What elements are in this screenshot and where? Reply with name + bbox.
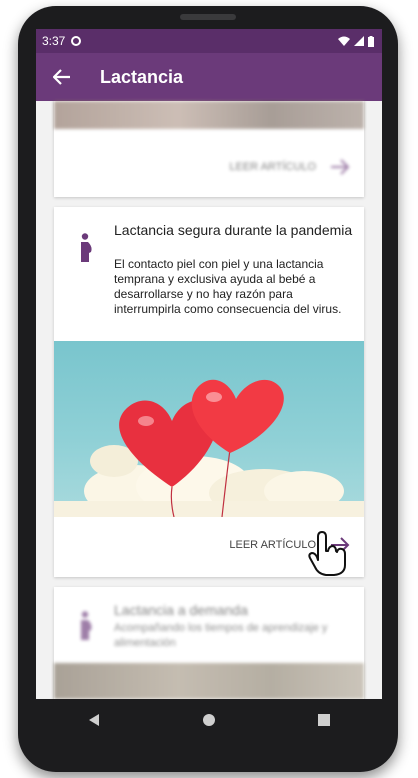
article-card[interactable]: Lactancia a demanda Acompañando los tiem… xyxy=(54,587,364,699)
arrow-right-icon xyxy=(331,159,350,175)
status-time: 3:37 xyxy=(42,34,66,48)
article-title: Lactancia a demanda xyxy=(114,602,248,618)
article-description: El contacto piel con piel y una lactanci… xyxy=(114,257,342,316)
notification-icon xyxy=(71,36,82,46)
battery-icon xyxy=(368,35,374,47)
article-list: LEER ARTÍCULO Lactancia segura durante l… xyxy=(36,101,382,699)
nav-recents-button[interactable] xyxy=(304,700,344,740)
read-article-label: LEER ARTÍCULO xyxy=(229,161,316,173)
pregnancy-icon xyxy=(78,611,94,646)
back-button[interactable] xyxy=(50,65,74,89)
circle-home-icon xyxy=(202,714,215,726)
article-image xyxy=(54,341,364,517)
article-card[interactable]: Lactancia segura durante la pandemia El … xyxy=(54,207,364,577)
article-card: LEER ARTÍCULO xyxy=(54,101,364,197)
app-bar: Lactancia xyxy=(36,53,382,101)
article-description: Acompañando los tiempos de aprendizaje y… xyxy=(114,622,328,649)
read-article-button[interactable]: LEER ARTÍCULO xyxy=(229,159,350,175)
signal-icon xyxy=(354,36,364,46)
arrow-left-icon xyxy=(53,69,70,85)
navigation-bar xyxy=(36,699,382,741)
status-icons xyxy=(338,35,374,47)
page-title: Lactancia xyxy=(100,66,184,87)
screen: 3:37 Lactancia LEER ARTÍCULO Lactancia s… xyxy=(36,29,382,699)
article-image xyxy=(54,101,364,129)
nav-home-button[interactable] xyxy=(189,700,229,740)
triangle-back-icon xyxy=(88,714,99,726)
square-recents-icon xyxy=(318,714,331,726)
status-bar: 3:37 xyxy=(36,29,382,53)
read-article-label: LEER ARTÍCULO xyxy=(229,539,316,551)
nav-back-button[interactable] xyxy=(74,700,114,740)
article-title: Lactancia segura durante la pandemia xyxy=(114,222,353,238)
wifi-icon xyxy=(338,36,350,46)
speaker-grille xyxy=(180,14,236,20)
tap-hand-icon xyxy=(308,531,346,576)
pregnancy-icon xyxy=(78,233,94,268)
article-image xyxy=(54,663,364,699)
